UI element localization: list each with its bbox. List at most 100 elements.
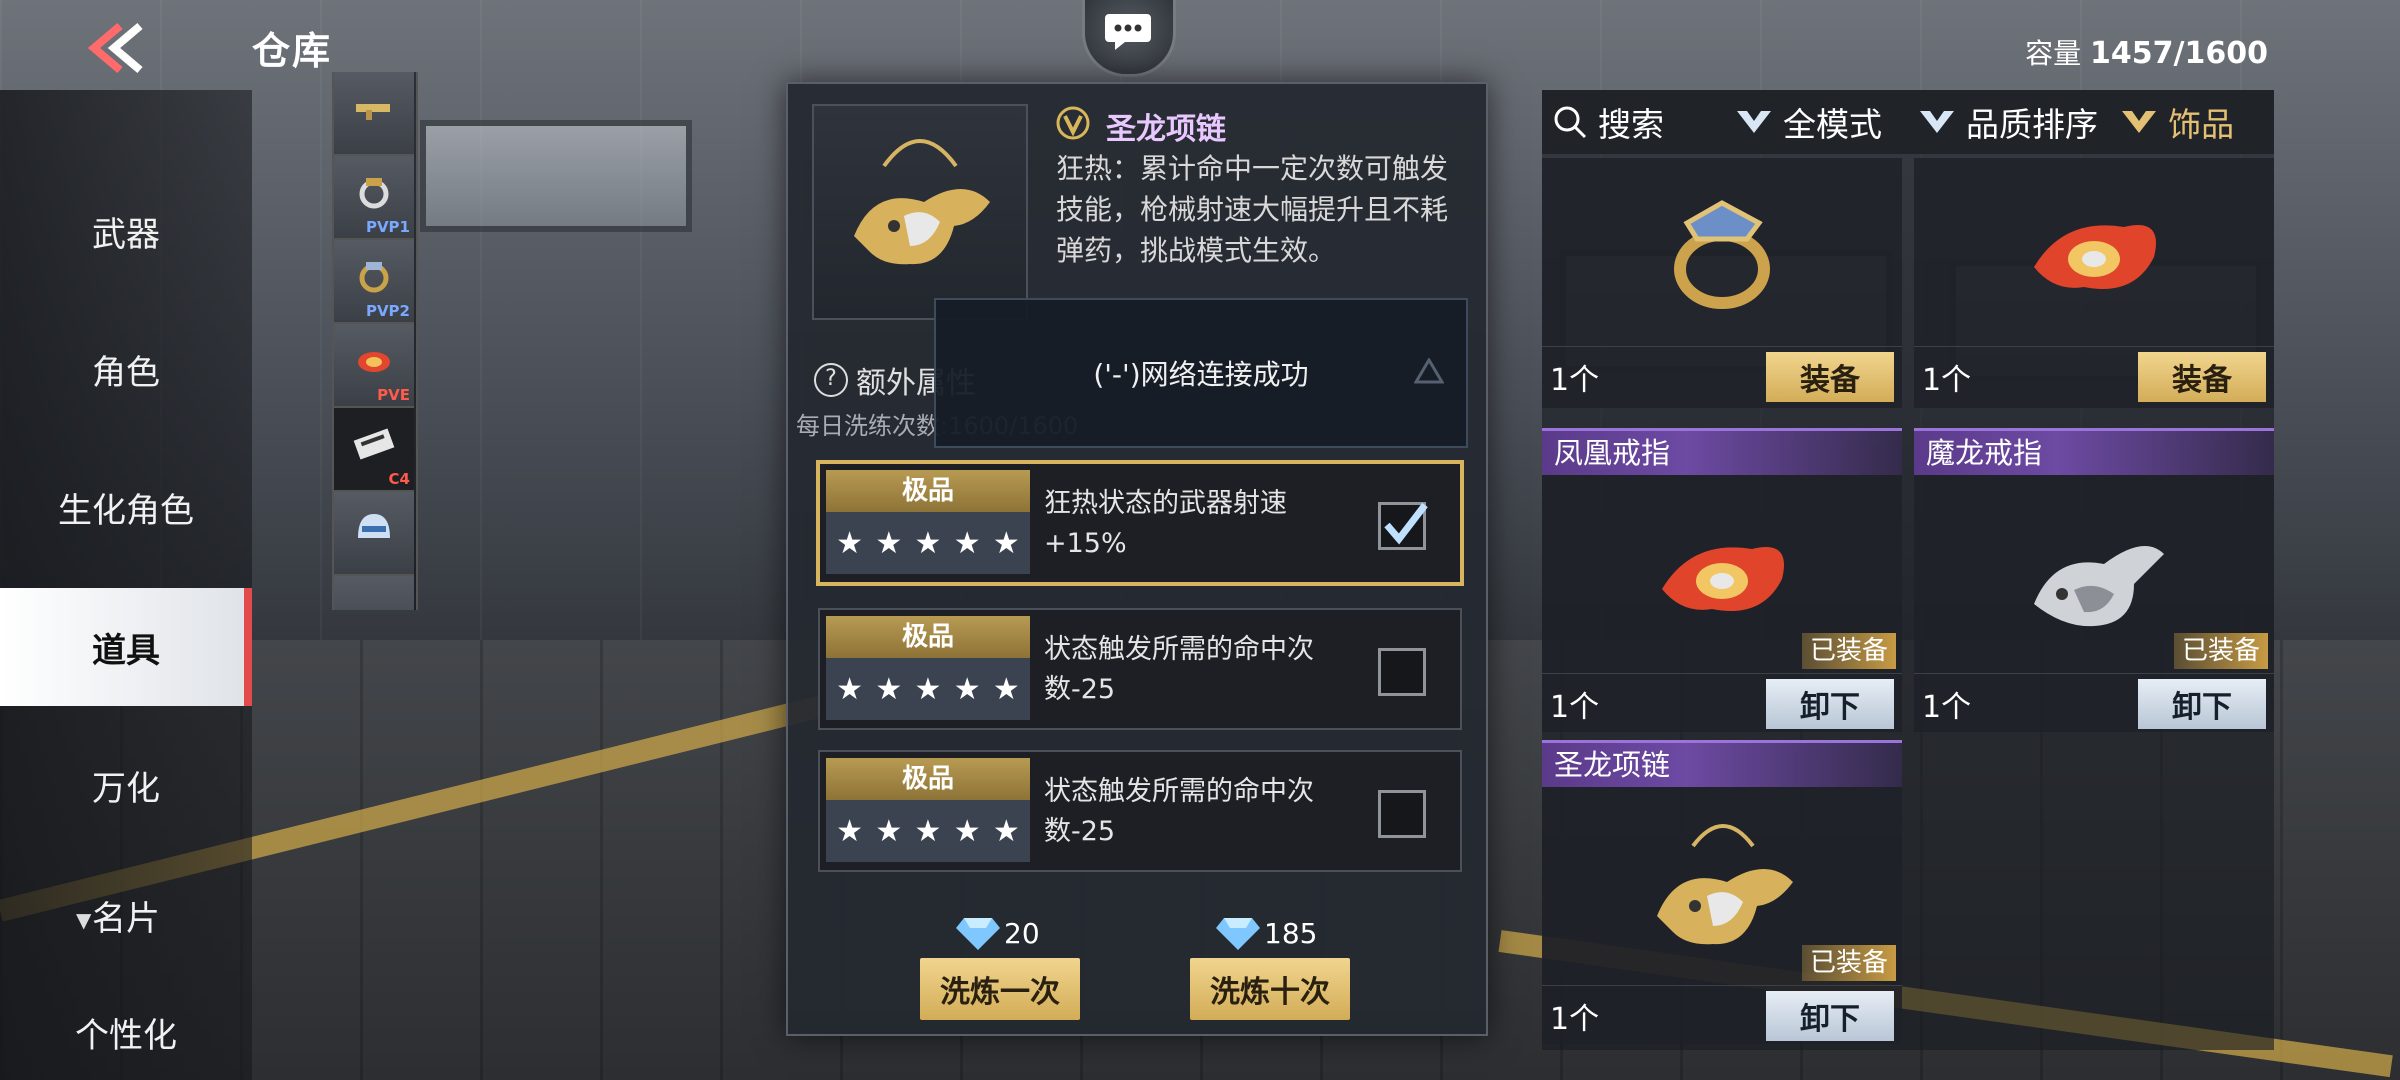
diamond-icon bbox=[1216, 918, 1260, 950]
grade-label: 极品 bbox=[826, 470, 1030, 512]
grade-badge: 极品 ★ ★ ★ ★ ★ bbox=[826, 758, 1030, 862]
nav-item-wanhua[interactable]: 万化 bbox=[0, 726, 252, 844]
helmet-icon bbox=[358, 514, 390, 538]
gold-ring-icon bbox=[1674, 200, 1770, 309]
dragon-ring-icon bbox=[2034, 546, 2164, 627]
back-button[interactable] bbox=[78, 22, 148, 74]
equip-button[interactable]: 装备 bbox=[1766, 352, 1894, 402]
thumb-item-pve[interactable]: PVE bbox=[334, 324, 414, 408]
thumb-item-helmet[interactable] bbox=[334, 492, 414, 576]
unequip-button[interactable]: 卸下 bbox=[2138, 679, 2266, 729]
card-footer: 1个 卸下 bbox=[1914, 673, 2274, 734]
inventory-card[interactable]: 魔龙戒指 已装备 1个 卸下 bbox=[1914, 428, 2274, 732]
thumb-tag: C4 bbox=[388, 470, 410, 488]
search-filter[interactable]: 搜索 bbox=[1542, 90, 1725, 154]
card-title: 凤凰戒指 bbox=[1542, 428, 1902, 475]
grade-label: 极品 bbox=[826, 616, 1030, 658]
attribute-checkbox[interactable] bbox=[1378, 648, 1426, 696]
star-icon: ★ bbox=[992, 813, 1020, 849]
capacity-display: 容量 1457/1600 bbox=[2025, 32, 2268, 72]
card-count: 1个 bbox=[1550, 363, 1600, 398]
diamond-icon bbox=[956, 918, 1000, 950]
ring-icon bbox=[359, 178, 389, 209]
attribute-text: 狂热状态的武器射速+15% bbox=[1044, 488, 1287, 559]
dropdown-v-icon bbox=[2122, 111, 2157, 133]
attribute-row[interactable]: 极品 ★ ★ ★ ★ ★ 状态触发所需的命中次数-25 bbox=[818, 608, 1462, 730]
nav-item-weapons[interactable]: 武器 bbox=[0, 172, 252, 290]
ring-icon bbox=[359, 262, 389, 293]
attribute-checkbox[interactable] bbox=[1378, 502, 1428, 550]
capacity-value: 1457/1600 bbox=[2090, 36, 2268, 71]
thumb-tag: PVP2 bbox=[365, 302, 410, 320]
dragon-necklace-icon bbox=[854, 139, 990, 265]
inventory-card[interactable]: 凤凰戒指 已装备 1个 卸下 bbox=[1542, 428, 1902, 732]
star-icon: ★ bbox=[953, 813, 981, 849]
chat-bubble-icon bbox=[1105, 14, 1151, 50]
wash-ten-button[interactable]: 洗炼十次 bbox=[1190, 958, 1350, 1020]
thumb-item-pvp2[interactable]: PVP2 bbox=[334, 240, 414, 324]
star-icon: ★ bbox=[836, 813, 864, 849]
nav-item-cards[interactable]: 名片 bbox=[0, 856, 252, 974]
inventory-card[interactable]: 1个 装备 bbox=[1542, 158, 1902, 408]
thumb-tag: PVP1 bbox=[365, 218, 410, 236]
item-name: 圣龙项链 bbox=[1106, 112, 1226, 147]
nav-item-zombie-characters[interactable]: 生化角色 bbox=[0, 448, 252, 566]
item-description: 狂热：累计命中一定次数可触发技能，枪械射速大幅提升且不耗弹药，挑战模式生效。 bbox=[1056, 152, 1449, 267]
star-icon: ★ bbox=[914, 671, 942, 707]
dropdown-v-icon bbox=[1920, 111, 1954, 133]
star-icon: ★ bbox=[914, 813, 942, 849]
thumb-item-misc[interactable] bbox=[334, 576, 414, 610]
sort-filter[interactable]: 品质排序 bbox=[1908, 90, 2110, 154]
capacity-label: 容量 bbox=[2025, 37, 2082, 70]
toast-text: ('-')网络连接成功 bbox=[1093, 358, 1309, 391]
thumb-item[interactable] bbox=[334, 72, 414, 156]
c4-bomb-icon bbox=[353, 428, 395, 460]
nav-item-items[interactable]: 道具 bbox=[0, 588, 252, 706]
card-footer: 1个 装备 bbox=[1914, 346, 2274, 407]
nav-item-characters[interactable]: 角色 bbox=[0, 310, 252, 428]
card-image bbox=[1914, 158, 2274, 346]
flame-ring-icon bbox=[2034, 225, 2156, 289]
checkmark-icon bbox=[1384, 502, 1428, 545]
mode-filter[interactable]: 全模式 bbox=[1725, 90, 1908, 154]
quality-v-icon bbox=[1056, 106, 1090, 140]
unequip-button[interactable]: 卸下 bbox=[1766, 679, 1894, 729]
attribute-checkbox[interactable] bbox=[1378, 790, 1426, 838]
inventory-card[interactable]: 圣龙项链 已装备 1个 卸下 bbox=[1542, 740, 1902, 1044]
equip-button[interactable]: 装备 bbox=[2138, 352, 2266, 402]
card-count: 1个 bbox=[1922, 690, 1972, 725]
nav-item-personalize[interactable]: 个性化 bbox=[0, 984, 252, 1080]
star-icon: ★ bbox=[875, 813, 903, 849]
search-icon bbox=[1554, 106, 1587, 139]
card-image: 已装备 bbox=[1542, 475, 1902, 673]
item-image bbox=[812, 104, 1028, 320]
equipped-badge: 已装备 bbox=[1801, 633, 1896, 669]
phoenix-ring-icon bbox=[1662, 547, 1784, 611]
help-question-icon[interactable]: ? bbox=[814, 363, 848, 397]
attribute-text: 状态触发所需的命中次数-25 bbox=[1044, 776, 1314, 847]
unequip-button[interactable]: 卸下 bbox=[1766, 991, 1894, 1041]
wash-ten-cost: 185 bbox=[1216, 916, 1317, 950]
category-filter[interactable]: 饰品 bbox=[2110, 90, 2274, 154]
grade-badge: 极品 ★ ★ ★ ★ ★ bbox=[826, 616, 1030, 720]
star-icon: ★ bbox=[953, 525, 981, 561]
inventory-card[interactable]: 1个 装备 bbox=[1914, 158, 2274, 408]
wash-once-button[interactable]: 洗炼一次 bbox=[920, 958, 1080, 1020]
star-icon: ★ bbox=[953, 671, 981, 707]
attribute-row[interactable]: 极品 ★ ★ ★ ★ ★ 狂热状态的武器射速+15% bbox=[816, 460, 1464, 586]
grade-label: 极品 bbox=[826, 758, 1030, 800]
star-rating: ★ ★ ★ ★ ★ bbox=[826, 800, 1030, 862]
star-icon: ★ bbox=[992, 671, 1020, 707]
thumb-item-pvp1[interactable]: PVP1 bbox=[334, 156, 414, 240]
card-footer: 1个 装备 bbox=[1542, 346, 1902, 407]
card-title: 圣龙项链 bbox=[1542, 740, 1902, 787]
star-icon: ★ bbox=[875, 671, 903, 707]
attribute-row[interactable]: 极品 ★ ★ ★ ★ ★ 状态触发所需的命中次数-25 bbox=[818, 750, 1462, 872]
card-image: 已装备 bbox=[1542, 787, 1902, 985]
card-count: 1个 bbox=[1922, 363, 1972, 398]
card-footer: 1个 卸下 bbox=[1542, 985, 1902, 1046]
thumb-tag: PVE bbox=[377, 386, 410, 404]
star-rating: ★ ★ ★ ★ ★ bbox=[826, 512, 1030, 574]
card-title: 魔龙戒指 bbox=[1914, 428, 2274, 475]
thumb-item-c4[interactable]: C4 bbox=[334, 408, 414, 492]
